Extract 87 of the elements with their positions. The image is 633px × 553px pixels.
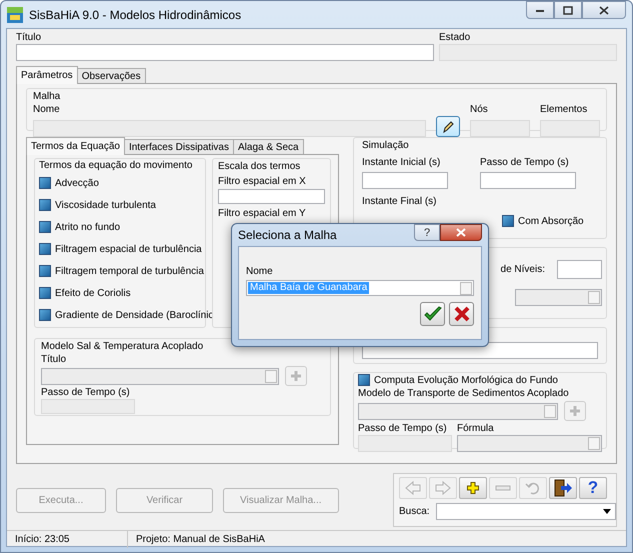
checkbox[interactable] — [39, 243, 51, 255]
field-label: Título — [16, 31, 42, 44]
cancel-button[interactable] — [449, 302, 474, 326]
checkbox[interactable] — [39, 287, 51, 299]
field-label: Fórmula — [457, 422, 495, 435]
levels-field[interactable] — [557, 260, 602, 279]
model-dropdown[interactable] — [41, 368, 279, 384]
edit-button[interactable] — [436, 116, 460, 137]
selected-value: Malha Baía de Guanabara — [248, 282, 370, 294]
app-icon — [7, 6, 23, 22]
field-label: Passo de Tempo (s) — [358, 422, 448, 435]
field-label: Estado — [439, 31, 472, 44]
minimize-icon — [535, 7, 545, 13]
checkbox-label: Efeito de Coriolis — [55, 288, 131, 298]
group-title: Termos da equação do movimento — [39, 159, 194, 172]
close-button[interactable] — [582, 1, 626, 19]
checkbox-label: Advecção — [55, 178, 99, 188]
field-label: Nome — [33, 103, 61, 116]
tab[interactable]: Observações — [76, 68, 146, 83]
x-icon — [454, 306, 470, 322]
plus-icon — [290, 370, 302, 382]
checkbox-label: Computa Evolução Morfológica do Fundo — [374, 374, 558, 386]
checkbox[interactable] — [39, 221, 51, 233]
time-step-field[interactable] — [480, 172, 576, 189]
field-label: Filtro espacial em X — [218, 175, 307, 188]
field-label: Passo de Tempo (s) — [480, 156, 570, 169]
checkbox-label: Com Absorção — [518, 216, 584, 226]
window-title: SisBaHiA 9.0 - Modelos Hidrodinâmicos — [29, 8, 242, 22]
undo-icon — [525, 481, 541, 495]
checkmark-icon — [424, 306, 442, 322]
field-label: Elementos — [540, 103, 588, 116]
dialog-title: Seleciona a Malha — [238, 228, 337, 242]
close-icon — [456, 228, 466, 237]
formula-dropdown[interactable] — [457, 435, 602, 452]
status-text: Projeto: Manual de SisBaHiA — [135, 534, 265, 545]
pencil-icon — [441, 120, 455, 134]
exit-button[interactable] — [549, 477, 577, 499]
ok-button[interactable] — [420, 302, 445, 326]
tab[interactable]: Interfaces Dissipativas — [124, 139, 234, 154]
group-title: Escala dos termos — [218, 160, 302, 173]
checkbox-label: Filtragem temporal de turbulência — [55, 266, 204, 276]
initial-time-field[interactable] — [362, 172, 448, 189]
field-label: Título — [41, 353, 68, 366]
plus-icon — [569, 405, 581, 417]
checkbox-label: Gradiente de Densidade (Baroclínic — [55, 310, 214, 320]
plus-icon — [466, 481, 480, 495]
checkbox-label: Filtragem espacial de turbulência — [55, 244, 202, 254]
field-label: Passo de Tempo (s) — [41, 386, 131, 399]
add-button[interactable] — [459, 477, 487, 499]
checkbox[interactable] — [39, 265, 51, 277]
checkbox[interactable] — [39, 199, 51, 211]
checkbox-label: Atrito no fundo — [55, 222, 120, 232]
field-label: Nome — [246, 265, 274, 278]
group-title: Malha — [33, 90, 62, 103]
tab[interactable]: Termos da Equação — [26, 137, 125, 155]
field-label: Filtro espacial em Y — [218, 207, 307, 220]
checkbox-label: Viscosidade turbulenta — [55, 200, 156, 210]
left-arrow-icon — [404, 480, 422, 496]
help-button[interactable]: ? — [579, 477, 607, 499]
checkbox[interactable] — [39, 177, 51, 189]
tab[interactable]: Parâmetros — [16, 66, 78, 84]
field-label: de Níveis: — [500, 263, 545, 276]
field-label: Nós — [470, 103, 489, 116]
field-label: Instante Inicial (s) — [362, 156, 442, 169]
checkbox[interactable] — [39, 309, 51, 321]
title-field[interactable] — [16, 44, 434, 61]
help-button[interactable]: ? — [414, 224, 440, 241]
field-label: Busca: — [399, 505, 430, 518]
close-button[interactable] — [440, 224, 482, 241]
tab[interactable]: Alaga & Seca — [233, 139, 304, 154]
group-title: Simulação — [362, 139, 410, 152]
group-title: Modelo Sal & Temperatura Acoplado — [41, 340, 204, 353]
minus-icon — [495, 485, 511, 491]
restore-icon — [563, 6, 573, 14]
checkbox[interactable] — [358, 374, 370, 386]
minimize-button[interactable] — [526, 1, 554, 19]
field-label: Modelo de Transporte de Sedimentos Acoplado — [358, 387, 570, 400]
maximize-button[interactable] — [554, 1, 582, 19]
dropdown[interactable] — [515, 289, 602, 306]
right-arrow-icon — [434, 480, 452, 496]
checkbox[interactable] — [502, 215, 514, 227]
filter-x-field[interactable] — [218, 189, 325, 204]
door-exit-icon — [553, 479, 573, 497]
status-text: Início: 23:05 — [7, 531, 128, 548]
close-icon — [599, 6, 609, 14]
field-label: Instante Final (s) — [362, 195, 438, 208]
sediment-model-dropdown[interactable] — [358, 402, 558, 420]
